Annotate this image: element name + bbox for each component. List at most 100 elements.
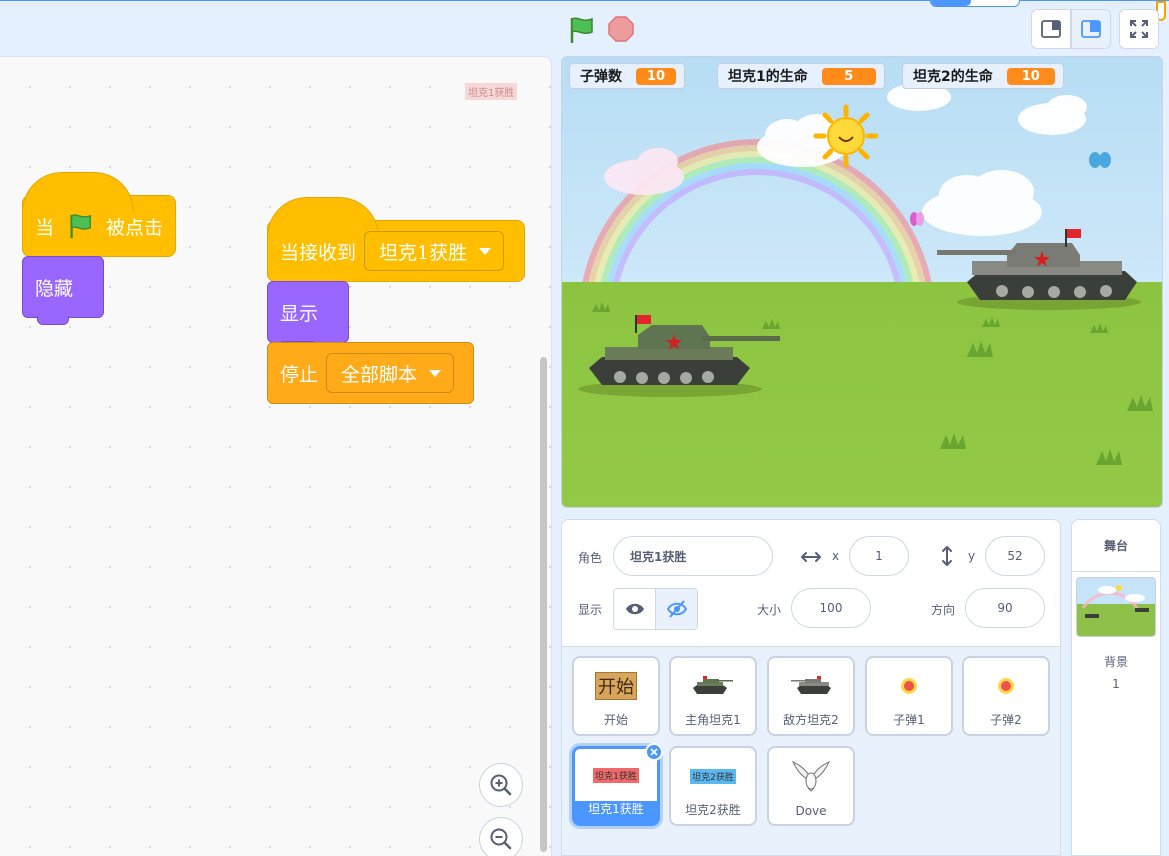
normal-stage-icon [1081,20,1101,38]
hide-sprite-button[interactable] [656,589,697,629]
sprite-tile-name: 敌方坦克2 [783,713,839,727]
y-input[interactable]: 52 [985,536,1045,576]
y-label: y [968,549,976,563]
code-area[interactable]: 坦克1获胜 当 被点击 隐藏 当接收到 坦克1获胜 显示 停止 全部脚本 [0,56,552,856]
thumb-text: 坦克2获胜 [690,768,736,784]
sprite-tile-bullet1[interactable]: 子弹1 [865,656,953,736]
monitor-tank2-life[interactable]: 坦克2的生命 10 [902,63,1064,89]
eye-icon [625,603,644,615]
sprite-tile-player-tank[interactable]: 主角坦克1 [669,656,757,736]
green-flag-button[interactable] [566,15,596,45]
dropdown-caret-icon [429,369,442,377]
fullscreen-icon [1130,20,1148,38]
top-bar [0,0,1169,56]
tank-thumb-icon [791,676,831,694]
tank-thumb-icon [693,676,733,694]
thumb-text: 开始 [595,672,637,700]
sprite-pane: 角色 坦克1获胜 x 1 y 52 显示 大小 100 方向 90 开始 开始 … [561,519,1061,856]
message-value: 坦克1获胜 [379,241,468,264]
stage-canvas[interactable]: 子弹数 10 坦克1的生命 5 坦克2的生命 10 [561,56,1163,508]
sprite-thumbnail: 坦克2获胜 [671,754,755,798]
sprite-tile-tank1-win[interactable]: 坦克1获胜 坦克1获胜 [572,743,663,826]
code-area-scrollbar[interactable] [540,357,547,852]
backdrop-preview [1081,585,1149,618]
show-label: 显示 [280,302,319,325]
small-stage-icon [1041,20,1061,38]
stop-label: 停止 [280,363,319,386]
x-arrows-icon [801,552,821,562]
stop-option-value: 全部脚本 [341,363,418,386]
visibility-toggle [613,588,698,630]
monitor-label: 坦克1的生命 [728,69,808,85]
hide-block[interactable]: 隐藏 [22,256,104,325]
sprite-tile-name: 坦克2获胜 [685,803,741,817]
stage-scene [562,77,1162,507]
fullscreen-button[interactable] [1119,9,1159,49]
show-sprite-button[interactable] [614,589,656,629]
sprite-thumbnail [867,664,951,708]
when-label: 当 [35,216,55,239]
stop-button[interactable] [607,15,635,43]
hat-cap [267,197,379,237]
zoom-in-button[interactable] [479,763,523,807]
show-label: 显示 [578,603,603,617]
delete-sprite-button[interactable] [645,743,663,761]
sprite-tile-name: 主角坦克1 [685,713,741,727]
sprite-tile-name: 开始 [603,713,628,727]
monitor-tank1-life[interactable]: 坦克1的生命 5 [717,63,885,89]
sprite-thumbnail [671,664,755,708]
monitor-label: 子弹数 [580,69,622,85]
y-arrows-icon [942,546,952,566]
sprite-tile-name: 子弹1 [893,713,925,727]
sprite-name-input[interactable]: 坦克1获胜 [613,536,773,576]
sprite-tile-tank2-win[interactable]: 坦克2获胜 坦克2获胜 [669,746,757,826]
eye-slash-icon [666,600,687,618]
message-dropdown[interactable]: 坦克1获胜 [364,231,505,271]
x-input[interactable]: 1 [849,536,909,576]
normal-stage-button[interactable] [1071,9,1111,49]
sprite-thumbnail: 开始 [574,664,658,708]
when-i-receive-block[interactable]: 当接收到 坦克1获胜 [267,197,525,282]
small-stage-button[interactable] [1031,9,1071,49]
hide-label: 隐藏 [35,277,74,300]
stop-option-dropdown[interactable]: 全部脚本 [326,353,455,393]
bullet-thumb-icon [901,678,917,694]
sprite-tile-name: Dove [795,804,827,818]
backdrops-label: 背景 [1103,655,1128,669]
dove-icon [791,760,831,792]
show-block[interactable]: 显示 [267,281,349,350]
sun-sprite [813,104,879,168]
size-input[interactable]: 100 [791,588,871,628]
sprite-watermark: 坦克1获胜 [465,83,518,100]
zoom-out-icon [490,828,512,850]
sprite-tile-bullet2[interactable]: 子弹2 [962,656,1050,736]
x-label: x [832,549,840,563]
zoom-out-button[interactable] [479,817,523,856]
hat-cap [22,172,134,212]
sprite-name-label: 角色 [578,551,603,565]
close-icon [650,748,658,756]
stage-target-pane[interactable]: 舞台 背景 1 [1071,519,1161,856]
thumb-text: 坦克1获胜 [593,767,639,783]
clicked-label: 被点击 [106,216,164,239]
backdrops-count: 1 [1112,677,1120,691]
sprite-tile-name: 子弹2 [990,713,1022,727]
sprite-info-panel: 角色 坦克1获胜 x 1 y 52 显示 大小 100 方向 90 [562,520,1060,647]
sprite-thumbnail: 坦克1获胜 [575,749,657,801]
sprite-tile-dove[interactable]: Dove [767,746,855,826]
when-flag-clicked-block[interactable]: 当 被点击 [22,172,176,257]
direction-label: 方向 [931,603,956,617]
bullet-thumb-icon [998,678,1014,694]
direction-input[interactable]: 90 [965,588,1045,628]
stop-all-block[interactable]: 停止 全部脚本 [267,342,474,404]
sprite-tile-start[interactable]: 开始 开始 [572,656,660,736]
size-label: 大小 [757,603,782,617]
monitor-bullets[interactable]: 子弹数 10 [569,63,685,89]
sprite-thumbnail [769,664,853,708]
sprite-tile-enemy-tank[interactable]: 敌方坦克2 [767,656,855,736]
sprite-thumbnail [769,754,853,798]
monitor-value: 10 [636,67,676,85]
monitor-value: 5 [821,67,876,85]
backdrop-thumbnail[interactable] [1076,577,1156,637]
green-flag-icon [570,17,593,43]
